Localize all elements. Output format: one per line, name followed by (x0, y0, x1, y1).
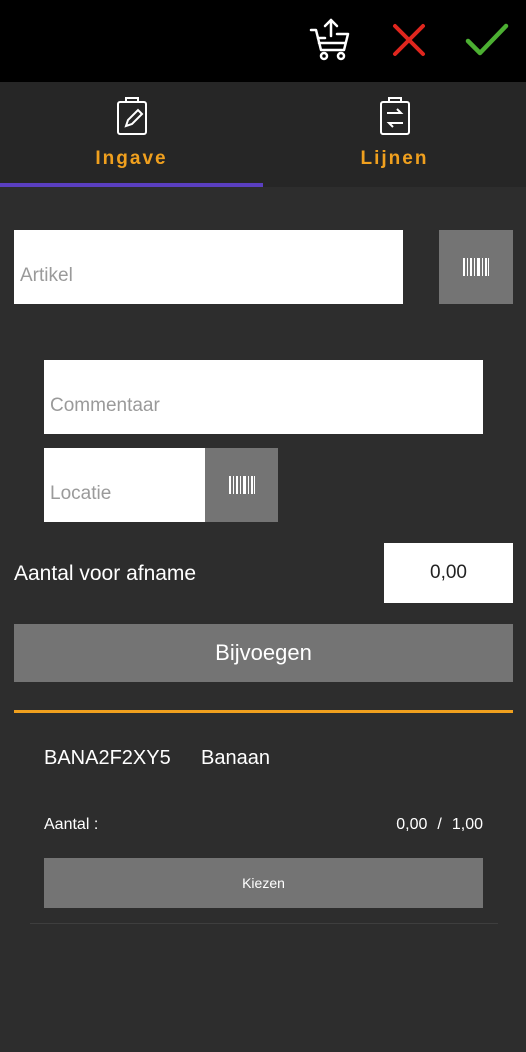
clipboard-transfer-icon (379, 97, 410, 135)
line-item-qty-current: 0,00 (396, 816, 428, 833)
line-item-qty-total: 1,00 (451, 816, 483, 833)
tab-ingave-label: Ingave (95, 148, 168, 169)
cart-upload-button[interactable] (306, 16, 354, 64)
locatie-field-box (44, 448, 205, 522)
commentaar-field-box (44, 360, 483, 434)
barcode-icon (463, 258, 489, 276)
locatie-input[interactable] (44, 448, 205, 522)
tab-lijnen-label: Lijnen (360, 148, 429, 169)
qty-value: 0,00 (430, 562, 467, 583)
tab-lijnen[interactable]: Lijnen (263, 82, 526, 187)
cancel-button[interactable] (385, 16, 433, 64)
top-toolbar (0, 0, 526, 82)
active-tab-indicator (0, 183, 263, 187)
clipboard-edit-icon (116, 97, 147, 135)
close-icon (393, 24, 425, 56)
commentaar-input[interactable] (44, 360, 483, 434)
cart-upload-icon (309, 18, 350, 61)
line-item-qty: 0,00 / 1,00 (396, 816, 483, 834)
section-divider (14, 710, 513, 713)
qty-input[interactable]: 0,00 (384, 543, 513, 603)
line-item-qty-label: Aantal : (44, 816, 99, 833)
confirm-button[interactable] (463, 16, 511, 64)
barcode-icon (228, 476, 255, 494)
tab-ingave[interactable]: Ingave (0, 82, 263, 187)
add-button[interactable]: Bijvoegen (14, 624, 513, 682)
locatie-scan-button[interactable] (205, 448, 278, 522)
tab-bar: Ingave Lijnen (0, 82, 526, 187)
line-item-name: Banaan (201, 747, 270, 769)
line-item-separator (30, 923, 498, 924)
qty-label: Aantal voor afname (14, 562, 197, 585)
artikel-scan-button[interactable] (439, 230, 513, 304)
choose-button[interactable]: Kiezen (44, 858, 483, 908)
line-item-qty-separator: / (437, 816, 442, 833)
artikel-field-box (14, 230, 403, 304)
line-item-code: BANA2F2XY5 (44, 747, 171, 769)
artikel-input[interactable] (14, 230, 403, 304)
checkmark-icon (465, 23, 509, 56)
